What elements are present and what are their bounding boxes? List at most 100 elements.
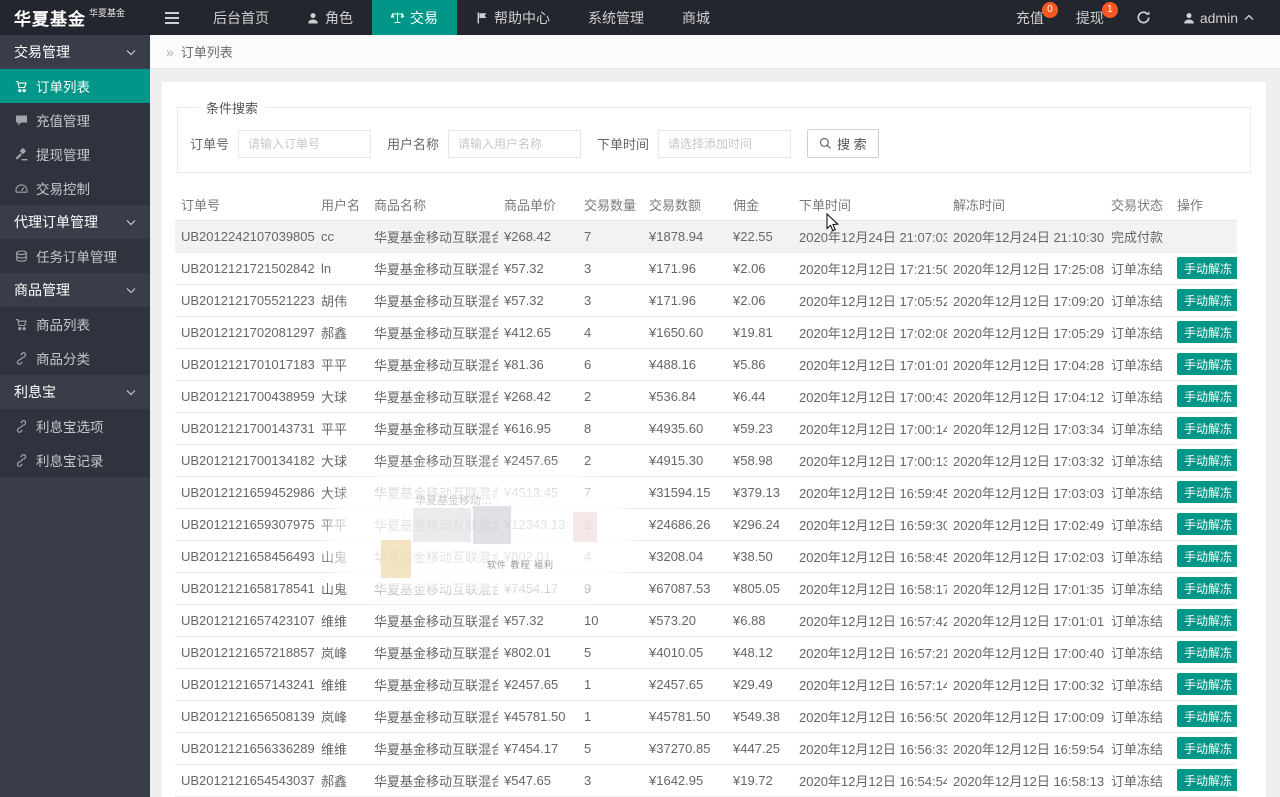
sidebar-group-agent-orders[interactable]: 代理订单管理 (0, 205, 150, 239)
action-cell: 手动解冻 (1171, 252, 1237, 285)
column-header: 订单号 (175, 190, 315, 221)
recharge-button[interactable]: 充值 0 (1000, 0, 1060, 35)
sidebar-group-product-mgmt[interactable]: 商品管理 (0, 273, 150, 307)
unfreeze-button[interactable]: 手动解冻 (1177, 353, 1237, 375)
unfreeze-button[interactable]: 手动解冻 (1177, 609, 1237, 631)
sidebar-group-lixibao[interactable]: 利息宝 (0, 375, 150, 409)
refresh-button[interactable] (1120, 0, 1167, 35)
commission-cell: ¥5.86 (727, 348, 793, 381)
order-id-input[interactable] (238, 129, 372, 158)
nav-item-system[interactable]: 系统管理 (569, 0, 663, 35)
sidebar-item-lixibao-records[interactable]: 利息宝记录 (0, 443, 150, 477)
username-input[interactable] (448, 129, 582, 158)
unfreeze-button[interactable]: 手动解冻 (1177, 737, 1237, 759)
table-row: UB2012121701017183 平平 华夏基金移动互联混合 ¥81.36 6 ¥48… (175, 348, 1237, 381)
order-id-cell: UB2012121657423107 (175, 604, 315, 637)
unfreeze-button[interactable]: 手动解冻 (1177, 769, 1237, 791)
action-cell: 手动解冻 (1171, 316, 1237, 349)
unfreeze-button[interactable]: 手动解冻 (1177, 641, 1237, 663)
sidebar-item-product-category[interactable]: 商品分类 (0, 341, 150, 375)
price-cell: ¥81.36 (498, 348, 578, 381)
unfreeze-time-cell: 2020年12月12日 17:01:01 (947, 604, 1105, 637)
sidebar-item-withdraw-mgmt[interactable]: 提现管理 (0, 137, 150, 171)
unfreeze-time-cell: 2020年12月12日 17:09:20 (947, 284, 1105, 317)
product-cell: 华夏基金移动互联混合 (368, 700, 498, 733)
unfreeze-button[interactable]: 手动解冻 (1177, 545, 1237, 567)
search-icon (819, 137, 831, 149)
brand-sub-label: 华夏基金 (89, 8, 126, 18)
nav-item-trade[interactable]: 交易 (372, 0, 457, 35)
commission-cell: ¥29.49 (727, 668, 793, 701)
unfreeze-time-cell: 2020年12月12日 17:25:08 (947, 252, 1105, 285)
unfreeze-button[interactable]: 手动解冻 (1177, 417, 1237, 439)
unfreeze-button[interactable]: 手动解冻 (1177, 481, 1237, 503)
orders-table: 订单号 用户名 商品名称 商品单价 交易数量 交易数额 佣金 下单时间 解冻时间 交易状态 操作 U… (175, 190, 1237, 797)
sidebar-item-order-list[interactable]: 订单列表 (0, 69, 150, 103)
unfreeze-button[interactable]: 手动解冻 (1177, 321, 1237, 343)
user-cell: 大球 (315, 444, 368, 477)
cart-icon (15, 318, 27, 330)
order-time-cell: 2020年12月24日 21:07:03 (793, 220, 947, 253)
page-title: 订单列表 (180, 45, 233, 60)
status-cell: 订单冻结 (1105, 572, 1171, 605)
unfreeze-time-cell: 2020年12月12日 17:03:34 (947, 412, 1105, 445)
status-cell: 完成付款 (1105, 220, 1171, 253)
unfreeze-button[interactable]: 手动解冻 (1177, 577, 1237, 599)
unfreeze-button[interactable]: 手动解冻 (1177, 705, 1237, 727)
sidebar-item-lixibao-options[interactable]: 利息宝选项 (0, 409, 150, 443)
user-cell: 平平 (315, 412, 368, 445)
cart-icon (15, 80, 27, 92)
nav-item-home[interactable]: 后台首页 (194, 0, 288, 35)
unfreeze-button[interactable]: 手动解冻 (1177, 257, 1237, 279)
unfreeze-button[interactable]: 手动解冻 (1177, 673, 1237, 695)
nav-item-role[interactable]: 角色 (288, 0, 372, 35)
unfreeze-button[interactable]: 手动解冻 (1177, 289, 1237, 311)
product-cell: 华夏基金移动互联混合 (368, 348, 498, 381)
table-row: UB2012121657218857 岚峰 华夏基金移动互联混合 ¥802.01 5 ¥4… (175, 636, 1237, 669)
column-header: 用户名 (315, 190, 368, 221)
unfreeze-button[interactable]: 手动解冻 (1177, 513, 1237, 535)
qty-cell: 2 (578, 508, 643, 541)
sidebar-item-recharge-mgmt[interactable]: 充值管理 (0, 103, 150, 137)
nav-item-help[interactable]: 帮助中心 (457, 0, 569, 35)
nav-item-mall[interactable]: 商城 (663, 0, 729, 35)
table-row: UB2012121721502842 ln 华夏基金移动互联混合 ¥57.32 3 ¥17… (175, 252, 1237, 285)
admin-menu[interactable]: admin (1167, 0, 1270, 35)
order-id-cell: UB2012121657143241 (175, 668, 315, 701)
unfreeze-time-cell: 2020年12月12日 17:04:28 (947, 348, 1105, 381)
price-cell: ¥57.32 (498, 284, 578, 317)
order-time-input[interactable] (658, 129, 792, 158)
column-header: 商品名称 (368, 190, 498, 221)
commission-cell: ¥2.06 (727, 252, 793, 285)
qty-cell: 4 (578, 316, 643, 349)
withdraw-badge: 1 (1101, 2, 1118, 18)
status-cell: 订单冻结 (1105, 380, 1171, 413)
sidebar-item-task-order-mgmt[interactable]: 任务订单管理 (0, 239, 150, 273)
withdraw-button[interactable]: 提现 1 (1060, 0, 1120, 35)
sidebar-item-trade-control[interactable]: 交易控制 (0, 171, 150, 205)
brand-logo[interactable]: 华夏基金 华夏基金 (0, 0, 150, 35)
search-legend: 条件搜索 (206, 101, 259, 116)
action-cell: 手动解冻 (1171, 668, 1237, 701)
user-cell: cc (315, 220, 368, 253)
link-icon (16, 351, 27, 365)
order-id-cell: UB2012121700143731 (175, 412, 315, 445)
action-cell: 手动解冻 (1171, 444, 1237, 477)
sidebar-item-product-list[interactable]: 商品列表 (0, 307, 150, 341)
search-button[interactable]: 搜 索 (807, 129, 879, 158)
unfreeze-time-cell: 2020年12月12日 17:05:29 (947, 316, 1105, 349)
hamburger-button[interactable] (150, 0, 194, 35)
order-id-field-group: 订单号 (190, 129, 372, 158)
status-cell: 订单冻结 (1105, 540, 1171, 573)
order-id-cell: UB2012121654543037 (175, 764, 315, 797)
order-time-cell: 2020年12月12日 16:56:50 (793, 700, 947, 733)
action-cell: 手动解冻 (1171, 348, 1237, 381)
sidebar-group-trade-mgmt[interactable]: 交易管理 (0, 35, 150, 69)
breadcrumb-arrows-icon: » (166, 43, 174, 60)
table-row: UB2012242107039805 cc 华夏基金移动互联混合 ¥268.42 7 ¥1… (175, 220, 1237, 253)
unfreeze-button[interactable]: 手动解冻 (1177, 385, 1237, 407)
price-cell: ¥45781.50 (498, 700, 578, 733)
order-id-cell: UB2012121659307975 (175, 508, 315, 541)
order-time-cell: 2020年12月12日 17:00:14 (793, 412, 947, 445)
unfreeze-button[interactable]: 手动解冻 (1177, 449, 1237, 471)
